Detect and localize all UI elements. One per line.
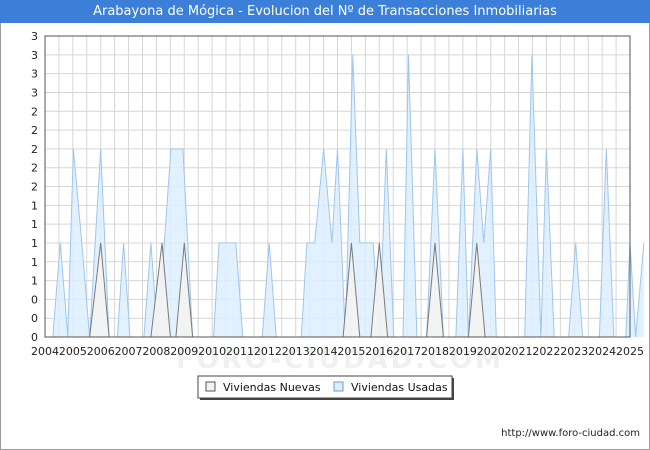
- x-tick-label: 2007: [115, 345, 143, 358]
- source-footer[interactable]: http://www.foro-ciudad.com: [501, 428, 640, 439]
- y-tick-label: 2: [31, 105, 38, 118]
- x-tick-label: 2019: [449, 345, 477, 358]
- x-tick-label: 2020: [477, 345, 505, 358]
- x-tick-label: 2004: [31, 345, 59, 358]
- y-tick-label: 3: [31, 86, 38, 99]
- x-tick-label: 2009: [170, 345, 198, 358]
- x-tick-label: 2017: [393, 345, 421, 358]
- y-tick-label: 2: [31, 162, 38, 175]
- legend: Viviendas Nuevas Viviendas Usadas: [197, 375, 454, 400]
- x-tick-label: 2022: [532, 345, 560, 358]
- y-tick-label: 1: [31, 218, 38, 231]
- y-tick-label: 3: [31, 68, 38, 81]
- legend-label: Viviendas Usadas: [351, 381, 448, 394]
- y-tick-label: 1: [31, 256, 38, 269]
- chart-svg: FORO-CIUDAD.COM 000111112222233332004 200…: [31, 30, 645, 400]
- x-tick-label: 2016: [365, 345, 393, 358]
- y-tick-label: 0: [31, 293, 38, 306]
- legend-swatch: [333, 381, 344, 392]
- x-tick-label: 2013: [282, 345, 310, 358]
- x-tick-label: 2010: [198, 345, 226, 358]
- x-tick-label: 2012: [254, 345, 282, 358]
- y-tick-label: 2: [31, 143, 38, 156]
- x-tick-label: 2023: [560, 345, 588, 358]
- x-tick-label: 2018: [421, 345, 449, 358]
- y-tick-label: 1: [31, 275, 38, 288]
- y-tick-label: 2: [31, 124, 38, 137]
- y-tick-label: 2: [31, 181, 38, 194]
- y-tick-label: 0: [31, 331, 38, 344]
- y-tick-label: 1: [31, 199, 38, 212]
- y-tick-label: 0: [31, 312, 38, 325]
- y-tick-label: 3: [31, 49, 38, 62]
- y-tick-label: 3: [31, 30, 38, 43]
- x-tick-label: 2024: [588, 345, 616, 358]
- legend-swatch: [205, 381, 216, 392]
- x-tick-label: 2008: [142, 345, 170, 358]
- y-tick-label: 1: [31, 237, 38, 250]
- legend-label: Viviendas Nuevas: [223, 381, 321, 394]
- x-tick-label: 2005: [59, 345, 87, 358]
- x-tick-label: 2014: [310, 345, 338, 358]
- x-tick-label: 2011: [226, 345, 254, 358]
- x-tick-label: 2006: [87, 345, 115, 358]
- x-tick-label: 2025: [616, 345, 644, 358]
- x-tick-label: 2015: [337, 345, 365, 358]
- x-tick-label: 2021: [505, 345, 533, 358]
